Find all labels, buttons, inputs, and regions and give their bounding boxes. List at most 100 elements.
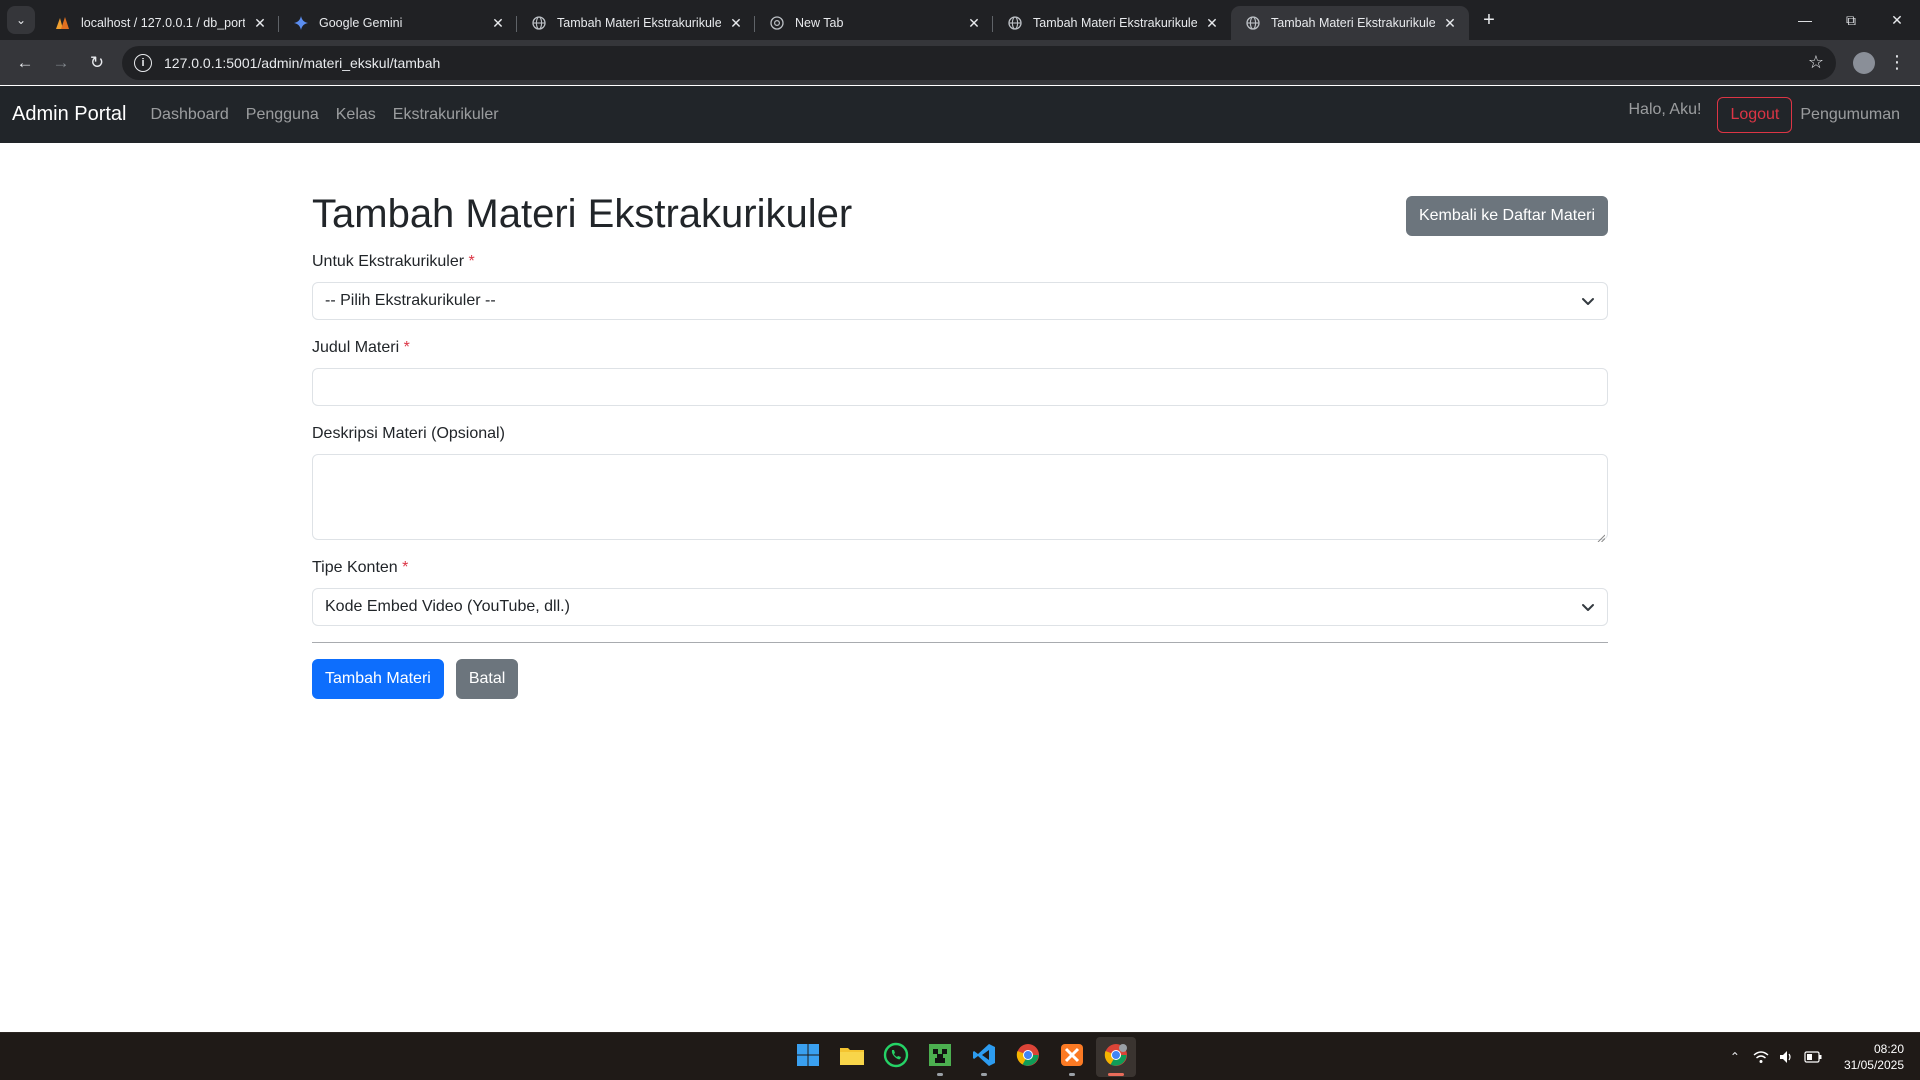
chevron-down-icon: ⌄ [15,13,27,27]
judul-field: Judul Materi * [312,336,1608,406]
taskbar-xampp[interactable] [1052,1037,1092,1077]
taskbar-apps [788,1037,1136,1077]
required-marker: * [402,559,409,576]
chrome-icon [1104,1043,1128,1072]
running-indicator [937,1073,943,1076]
reload-icon: ↻ [89,52,105,72]
site-info-icon[interactable]: i [134,53,152,72]
user-greeting: Halo, Aku! [1628,100,1702,118]
taskbar-chrome[interactable] [1008,1037,1048,1077]
browser-tab-strip: ⌄ localhost / 127.0.0.1 / db_portal ✕ Go… [0,0,1920,40]
nav-link-kelas[interactable]: Kelas [336,106,376,124]
tipe-label-text: Tipe Konten [312,559,398,576]
resize-grip-icon[interactable] [1597,529,1606,543]
required-marker: * [468,253,475,270]
nav-link-dashboard[interactable]: Dashboard [151,106,229,124]
restore-button[interactable]: ⧉ [1828,0,1874,40]
volume-icon[interactable] [1776,1046,1798,1068]
navbar-brand[interactable]: Admin Portal [12,103,127,126]
deskripsi-textarea[interactable] [312,454,1608,543]
browser-tab[interactable]: New Tab ✕ [755,6,993,40]
tab-title: New Tab [795,16,844,30]
taskbar-minecraft[interactable] [920,1037,960,1077]
system-tray: ⌃ 08:20 31/05/2025 [1724,1033,1904,1080]
close-icon[interactable]: ✕ [727,14,745,32]
back-button[interactable]: ← [8,46,42,80]
forward-button[interactable]: → [44,46,78,80]
page-title: Tambah Materi Ekstrakurikuler [312,192,853,236]
tab-title: Google Gemini [319,16,403,30]
gemini-icon [293,15,309,31]
close-icon[interactable]: ✕ [1441,14,1459,32]
close-window-button[interactable]: ✕ [1874,0,1920,40]
close-icon[interactable]: ✕ [965,14,983,32]
main-content: Tambah Materi Ekstrakurikuler Kembali ke… [312,143,1608,700]
browser-tab[interactable]: Tambah Materi Ekstrakurikuler ✕ [517,6,755,40]
tab-title: Tambah Materi Ekstrakurikuler [1033,16,1197,30]
reload-button[interactable]: ↻ [80,46,114,80]
running-indicator [1108,1073,1124,1076]
judul-label: Judul Materi * [312,336,1608,360]
running-indicator [981,1073,987,1076]
plus-icon: + [1483,8,1495,31]
chevron-up-icon[interactable]: ⌃ [1724,1046,1746,1068]
nav-link-pengumuman[interactable]: Pengumuman [1800,106,1900,124]
clock-date: 31/05/2025 [1843,1058,1904,1072]
submit-button[interactable]: Tambah Materi [312,659,444,700]
globe-icon [1245,15,1261,31]
url-text[interactable]: 127.0.0.1:5001/admin/materi_ekskul/tamba… [164,55,1808,71]
taskbar-clock[interactable]: 08:20 31/05/2025 [1844,1041,1904,1073]
nav-link-ekstrakurikuler[interactable]: Ekstrakurikuler [393,106,499,124]
required-marker: * [403,339,410,356]
minecraft-icon [928,1043,952,1072]
new-tab-button[interactable]: + [1475,6,1503,34]
ekskul-label: Untuk Ekstrakurikuler * [312,250,1608,274]
back-to-list-button[interactable]: Kembali ke Daftar Materi [1405,196,1608,237]
address-bar[interactable]: i 127.0.0.1:5001/admin/materi_ekskul/tam… [122,45,1836,80]
close-icon[interactable]: ✕ [1203,14,1221,32]
bookmark-star-icon[interactable]: ☆ [1808,52,1824,73]
wifi-icon[interactable] [1750,1046,1772,1068]
deskripsi-label: Deskripsi Materi (Opsional) [312,425,505,442]
browser-menu-button[interactable]: ⋮ [1882,46,1912,80]
running-indicator [1069,1073,1075,1076]
profile-button[interactable] [1846,46,1882,80]
judul-input[interactable] [312,368,1608,406]
tab-search-button[interactable]: ⌄ [7,6,35,34]
browser-tab[interactable]: localhost / 127.0.0.1 / db_portal ✕ [41,6,279,40]
chrome-icon [769,15,785,31]
taskbar-file-explorer[interactable] [832,1037,872,1077]
phpmyadmin-icon [55,15,71,31]
xampp-icon [1060,1043,1084,1072]
taskbar-chrome-profile[interactable] [1096,1037,1136,1077]
arrow-left-icon: ← [16,52,34,72]
windows-logo-icon [796,1043,820,1072]
app-navbar: Admin Portal Dashboard Pengguna Kelas Ek… [0,86,1920,143]
page-header: Tambah Materi Ekstrakurikuler Kembali ke… [312,190,1608,238]
browser-tab-active[interactable]: Tambah Materi Ekstrakurikuler ✕ [1231,6,1469,40]
ekskul-select[interactable]: -- Pilih Ekstrakurikuler -- [312,282,1608,320]
chrome-icon [1016,1043,1040,1072]
tipe-selected-value: Kode Embed Video (YouTube, dll.) [325,598,570,615]
nav-link-pengguna[interactable]: Pengguna [246,106,319,124]
start-button[interactable] [788,1037,828,1077]
battery-icon[interactable] [1802,1046,1824,1068]
taskbar-vscode[interactable] [964,1037,1004,1077]
close-icon[interactable]: ✕ [251,14,269,32]
kebab-menu-icon: ⋮ [1888,52,1906,72]
globe-icon [1007,15,1023,31]
browser-tab[interactable]: Tambah Materi Ekstrakurikuler ✕ [993,6,1231,40]
taskbar-whatsapp[interactable] [876,1037,916,1077]
minimize-button[interactable]: — [1782,0,1828,40]
logout-button[interactable]: Logout [1717,96,1793,133]
window-controls: — ⧉ ✕ [1782,0,1920,40]
ekskul-field: Untuk Ekstrakurikuler * -- Pilih Ekstrak… [312,250,1608,320]
ekskul-label-text: Untuk Ekstrakurikuler [312,253,465,270]
browser-tab[interactable]: Google Gemini ✕ [279,6,517,40]
cancel-button[interactable]: Batal [455,659,519,700]
close-icon[interactable]: ✕ [489,14,507,32]
tipe-select[interactable]: Kode Embed Video (YouTube, dll.) [312,588,1608,626]
form-actions: Tambah Materi Batal [312,659,1608,700]
browser-toolbar: ← → ↻ i 127.0.0.1:5001/admin/materi_eksk… [0,40,1920,85]
avatar [1853,51,1875,74]
